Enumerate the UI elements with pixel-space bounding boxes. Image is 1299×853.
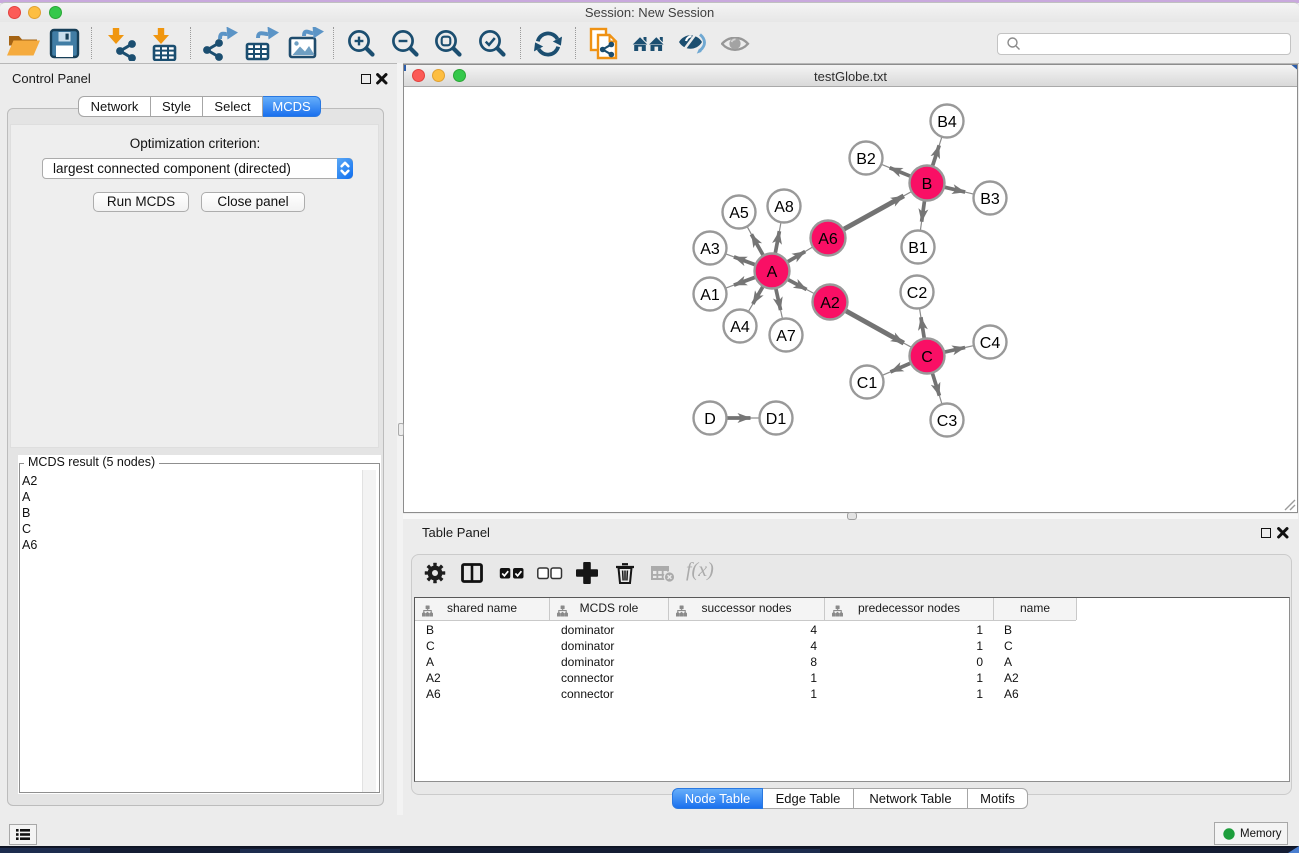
svg-text:C4: C4	[980, 335, 1001, 352]
svg-text:B: B	[922, 176, 933, 193]
svg-text:C3: C3	[937, 413, 958, 430]
svg-text:D: D	[704, 411, 716, 428]
svg-text:A2: A2	[820, 295, 840, 312]
svg-text:A8: A8	[774, 199, 794, 216]
svg-text:A5: A5	[729, 205, 749, 222]
svg-text:A4: A4	[730, 319, 750, 336]
svg-text:B1: B1	[908, 240, 928, 257]
svg-text:B3: B3	[980, 191, 1000, 208]
svg-text:C1: C1	[857, 375, 878, 392]
svg-text:A: A	[767, 264, 778, 281]
svg-text:A6: A6	[818, 231, 838, 248]
svg-text:B4: B4	[937, 114, 957, 131]
svg-text:A1: A1	[700, 287, 720, 304]
svg-text:A3: A3	[700, 241, 720, 258]
svg-text:D1: D1	[766, 411, 787, 428]
svg-text:A7: A7	[776, 328, 796, 345]
svg-text:C2: C2	[907, 285, 928, 302]
svg-text:C: C	[921, 349, 933, 366]
svg-text:B2: B2	[856, 151, 876, 168]
